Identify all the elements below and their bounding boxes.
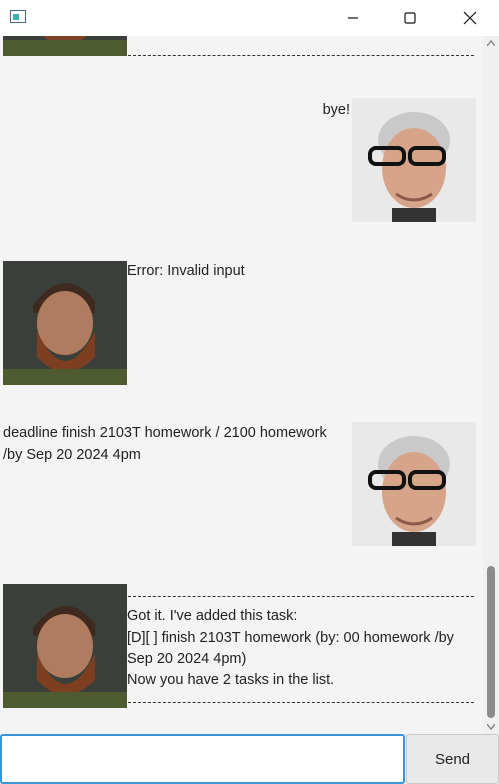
close-button[interactable] (447, 0, 493, 36)
user-input[interactable] (0, 734, 405, 784)
user-message-line-1: deadline finish 2103T homework / 2100 ho… (3, 425, 327, 441)
maximize-icon (404, 12, 416, 24)
user-message-line-2: /by Sep 20 2024 4pm (3, 447, 141, 463)
dialog-box-duke: Got it. I've added this task: [D][ ] fin… (0, 584, 483, 708)
vertical-scrollbar[interactable] (483, 36, 499, 734)
duke-message-line-3: Sep 20 2024 4pm) (127, 651, 247, 667)
duke-message-line-1: Got it. I've added this task: (127, 608, 298, 624)
send-button[interactable]: Send (406, 734, 499, 784)
scroll-down-button[interactable] (483, 720, 499, 734)
dialog-box-user: bye! (0, 98, 483, 222)
minimize-icon (348, 17, 358, 19)
user-avatar (352, 98, 476, 222)
duke-avatar (3, 261, 127, 385)
duke-message-text: Error: Invalid input (127, 263, 245, 279)
chevron-down-icon (487, 724, 495, 730)
separator-line (128, 702, 474, 703)
title-bar (0, 0, 499, 37)
app-icon (10, 10, 26, 23)
minimize-button[interactable] (330, 0, 376, 36)
scroll-thumb[interactable] (487, 566, 495, 718)
dialog-container[interactable]: bye! Error: Invalid input deadline finis… (0, 36, 483, 734)
dialog-box-duke: Error: Invalid input (0, 261, 483, 385)
separator-line (128, 55, 474, 56)
dialog-box-duke (0, 36, 483, 56)
duke-message-line-4: Now you have 2 tasks in the list. (127, 672, 335, 688)
user-message-text: bye! (322, 102, 350, 118)
separator-line (128, 596, 474, 597)
user-avatar (352, 422, 476, 546)
chevron-up-icon (487, 40, 495, 46)
duke-avatar (3, 584, 127, 708)
scroll-up-button[interactable] (483, 36, 499, 50)
duke-message-line-2: [D][ ] finish 2103T homework (by: 00 hom… (127, 630, 454, 646)
close-icon (463, 11, 477, 25)
duke-avatar (3, 36, 127, 56)
input-bar: Send (0, 734, 499, 784)
maximize-button[interactable] (387, 0, 433, 36)
dialog-box-user: deadline finish 2103T homework / 2100 ho… (0, 422, 483, 546)
